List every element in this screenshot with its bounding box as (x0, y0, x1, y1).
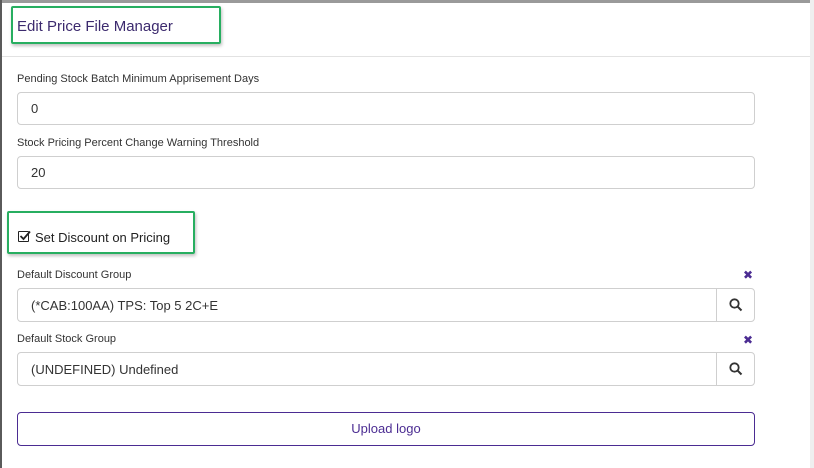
window-right-shadow (810, 0, 814, 468)
set-discount-checkbox-label[interactable]: Set Discount on Pricing (35, 230, 170, 245)
clear-stock-group-close-icon[interactable]: ✖ (743, 333, 753, 347)
search-icon (729, 362, 743, 376)
stock-group-search-button[interactable] (716, 353, 754, 385)
clear-discount-group-close-icon[interactable]: ✖ (743, 268, 753, 282)
discount-group-search-button[interactable] (716, 289, 754, 321)
default-discount-group-lookup[interactable]: (*CAB:100AA) TPS: Top 5 2C+E (17, 288, 755, 322)
window-left-edge (0, 0, 2, 468)
default-stock-group-label: Default Stock Group (17, 333, 117, 345)
percent-change-threshold-label: Stock Pricing Percent Change Warning Thr… (17, 137, 260, 149)
default-discount-group-value: (*CAB:100AA) TPS: Top 5 2C+E (31, 298, 219, 313)
min-apprisement-days-label: Pending Stock Batch Minimum Apprisement … (17, 73, 260, 85)
upload-logo-button[interactable]: Upload logo (17, 412, 755, 446)
window-top-border (0, 0, 814, 3)
default-stock-group-lookup[interactable]: (UNDEFINED) Undefined (17, 352, 755, 386)
page-title: Edit Price File Manager (17, 18, 173, 35)
min-apprisement-days-input[interactable]: 0 (17, 92, 755, 125)
search-icon (729, 298, 743, 312)
percent-change-threshold-input[interactable]: 20 (17, 156, 755, 189)
default-stock-group-value: (UNDEFINED) Undefined (31, 362, 179, 377)
default-discount-group-label: Default Discount Group (17, 269, 132, 281)
header-divider (2, 56, 810, 57)
checkbox-checked-icon[interactable] (18, 230, 31, 242)
